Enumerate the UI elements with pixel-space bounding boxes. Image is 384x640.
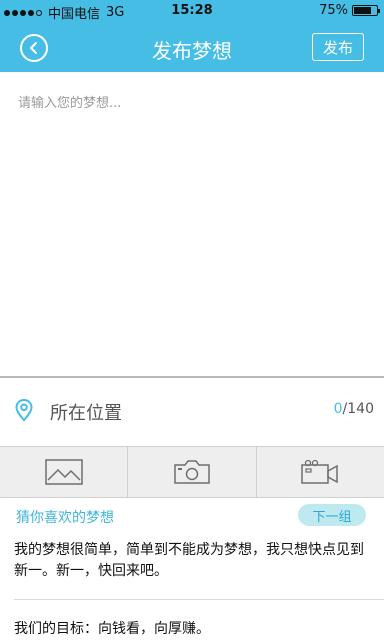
battery-icon — [352, 5, 380, 16]
add-image-button[interactable] — [0, 447, 127, 497]
char-count-current: 0 — [333, 401, 343, 417]
suggestion-item[interactable]: 我们的目标：向钱看，向厚赚。 — [0, 619, 384, 640]
suggestions-title: 猜你喜欢的梦想 — [16, 510, 114, 526]
location-row[interactable]: 所在位置 0/140 — [0, 378, 384, 446]
publish-button[interactable]: 发布 — [312, 33, 364, 61]
dream-input[interactable] — [0, 72, 384, 376]
char-counter: 0/140 — [334, 401, 374, 417]
take-photo-button[interactable] — [127, 447, 255, 497]
record-video-button[interactable] — [255, 447, 384, 497]
next-group-button[interactable]: 下一组 — [298, 504, 366, 526]
status-right: 75% — [319, 3, 380, 18]
camera-icon — [174, 460, 210, 484]
image-icon — [44, 459, 83, 485]
status-bar: 中国电信 3G 15:28 75% — [0, 0, 384, 22]
video-icon — [301, 459, 339, 484]
char-count-max: /140 — [342, 401, 374, 417]
media-toolbar — [0, 446, 384, 498]
suggestion-divider — [14, 599, 384, 600]
suggestions-header: 猜你喜欢的梦想 下一组 — [0, 498, 384, 534]
location-label: 所在位置 — [50, 403, 122, 424]
battery-percent: 75% — [319, 3, 348, 18]
nav-bar: 发布梦想 发布 — [0, 22, 384, 72]
location-pin-icon — [15, 398, 33, 422]
suggestion-item[interactable]: 我的梦想很简单，简单到不能成为梦想，我只想快点见到新一。新一，快回来吧。 — [0, 540, 384, 582]
